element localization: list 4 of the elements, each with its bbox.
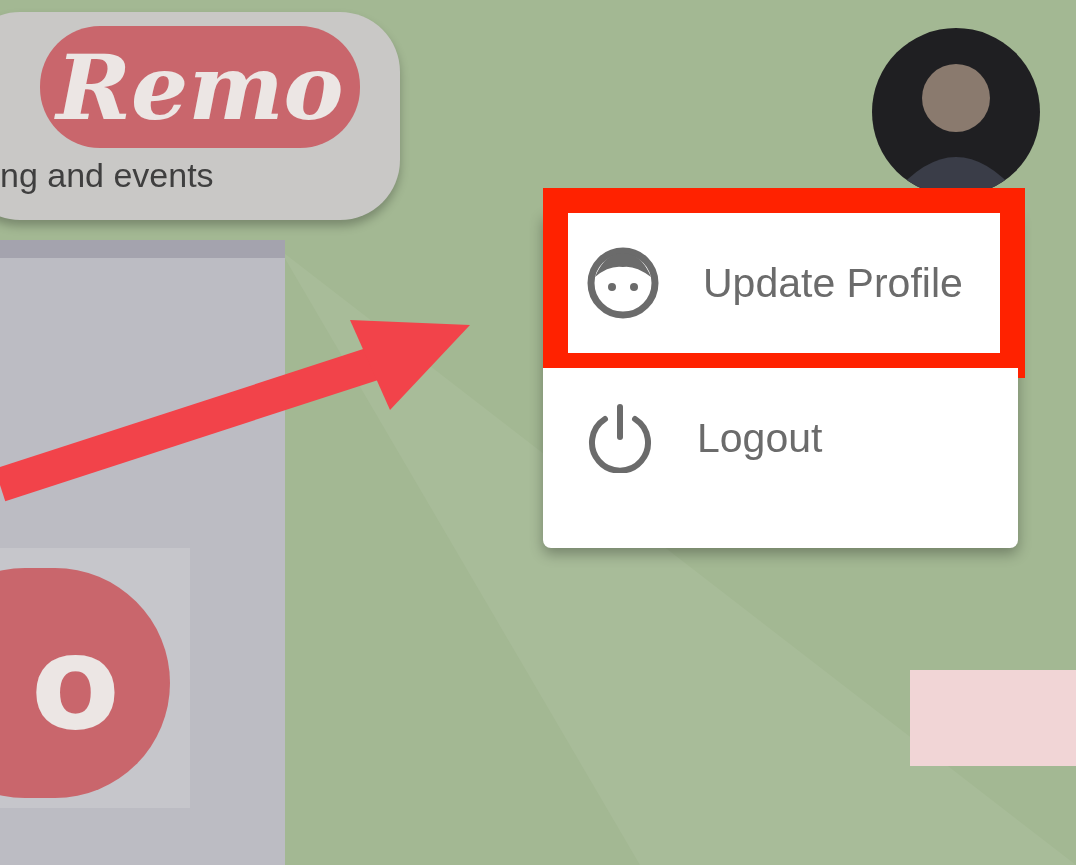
menu-item[interactable]: Logout (543, 368, 1018, 508)
tagline: ng and events (0, 156, 214, 195)
logo[interactable]: Remo (40, 26, 360, 148)
face-icon (585, 245, 661, 321)
